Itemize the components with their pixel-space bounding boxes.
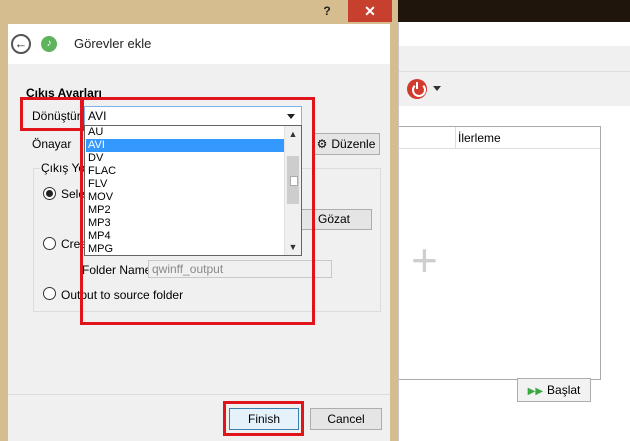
format-option[interactable]: FLAC bbox=[86, 165, 285, 178]
convert-format-select[interactable]: AVI bbox=[84, 106, 302, 126]
format-option[interactable]: MOV bbox=[86, 191, 285, 204]
format-option[interactable]: MP2 bbox=[86, 204, 285, 217]
preset-label: Önayar bbox=[32, 137, 72, 151]
format-option[interactable]: FLV bbox=[86, 178, 285, 191]
format-option[interactable]: MP4 bbox=[86, 230, 285, 243]
scroll-down-icon[interactable]: ▼ bbox=[285, 239, 301, 255]
close-button[interactable]: ✕ bbox=[348, 0, 392, 22]
format-option-selected[interactable]: AVI bbox=[86, 139, 285, 152]
help-button[interactable]: ? bbox=[312, 0, 342, 22]
start-button[interactable]: ▶▶ Başlat bbox=[517, 378, 591, 402]
gear-icon: ⚙ bbox=[316, 137, 328, 151]
convert-label: Dönüştür bbox=[32, 109, 81, 123]
format-option[interactable]: MP3 bbox=[86, 217, 285, 230]
radio-output-source-label: Output to source folder bbox=[61, 288, 184, 302]
task-list-header: İlerleme bbox=[399, 127, 600, 149]
finish-button[interactable]: Finish bbox=[229, 408, 299, 430]
dropdown-scrollbar[interactable]: ▲ ▼ bbox=[284, 126, 301, 255]
scroll-up-icon[interactable]: ▲ bbox=[285, 126, 301, 142]
dialog-header: ← ♪ Görevler ekle bbox=[8, 24, 390, 64]
radio-output-source[interactable] bbox=[43, 287, 56, 300]
cancel-button[interactable]: Cancel bbox=[310, 408, 382, 430]
power-icon[interactable] bbox=[407, 79, 427, 99]
scrollbar-thumb[interactable] bbox=[287, 156, 299, 204]
chevron-down-icon bbox=[287, 114, 295, 119]
background-titlebar bbox=[399, 22, 630, 46]
format-option[interactable]: AU bbox=[86, 126, 285, 139]
background-window: İlerleme + ▶▶ Başlat bbox=[398, 22, 630, 441]
format-dropdown-list[interactable]: AU AVI DV FLAC FLV MOV MP2 MP3 MP4 MPG ▲… bbox=[84, 125, 302, 256]
edit-button[interactable]: ⚙ Düzenle bbox=[312, 133, 380, 155]
format-option[interactable]: MPG bbox=[86, 243, 285, 255]
radio-select-folder-label: Sele bbox=[61, 187, 86, 201]
column-progress[interactable]: İlerleme bbox=[455, 127, 501, 149]
task-list[interactable]: İlerleme + bbox=[399, 126, 601, 380]
folder-name-label: Folder Name bbox=[82, 263, 152, 277]
section-title: Çıkış Ayarları bbox=[26, 86, 102, 100]
radio-select-folder[interactable] bbox=[43, 187, 56, 200]
format-option[interactable]: DV bbox=[86, 152, 285, 165]
dialog-title: Görevler ekle bbox=[74, 36, 152, 51]
browse-button[interactable]: Gözat bbox=[296, 209, 372, 230]
radio-create-folder[interactable] bbox=[43, 237, 56, 250]
folder-name-field[interactable]: qwinff_output bbox=[148, 260, 332, 278]
back-arrow-icon[interactable]: ← bbox=[11, 34, 31, 54]
convert-format-value: AVI bbox=[88, 109, 107, 123]
app-logo-icon: ♪ bbox=[41, 36, 57, 52]
play-icon: ▶▶ bbox=[527, 386, 544, 397]
background-menubar bbox=[399, 46, 630, 72]
desktop-background bbox=[398, 0, 630, 22]
add-watermark-icon: + bbox=[411, 234, 438, 286]
chevron-down-icon[interactable] bbox=[433, 86, 441, 91]
